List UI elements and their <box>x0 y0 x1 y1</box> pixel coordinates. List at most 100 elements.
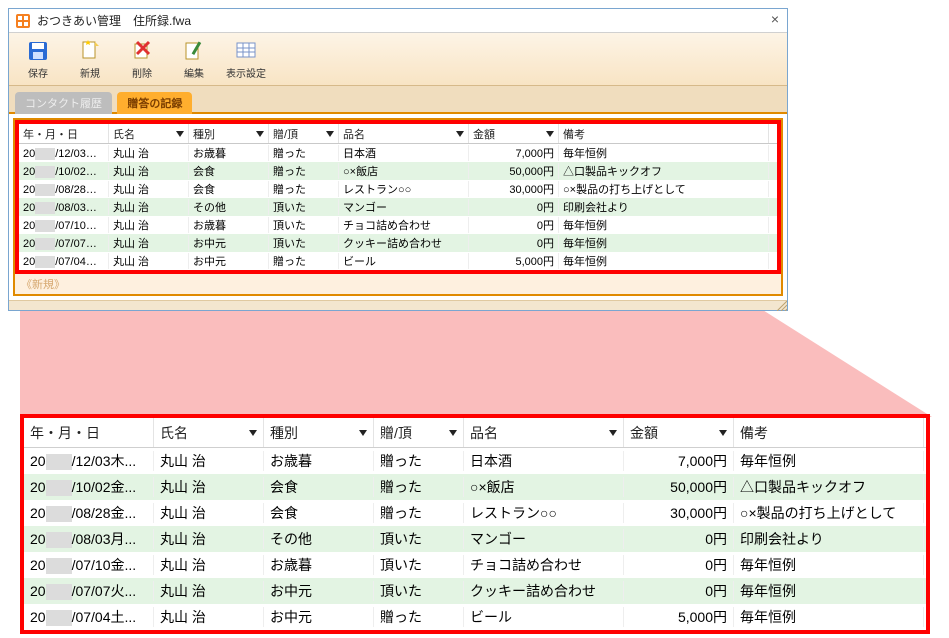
table-row[interactable]: 20/08/03月...丸山 治その他頂いたマンゴー0円印刷会社より <box>19 198 777 216</box>
filter-dropdown-icon[interactable] <box>456 131 464 137</box>
cell-direction: 頂いた <box>269 217 339 233</box>
cell-note: 毎年恒例 <box>734 607 924 627</box>
table-row[interactable]: 20/08/28金...丸山 治会食贈ったレストラン○○30,000円○×製品の… <box>19 180 777 198</box>
cell-type: 会食 <box>189 181 269 197</box>
col-header-direction[interactable]: 贈/頂 <box>374 418 464 447</box>
filter-dropdown-icon[interactable] <box>256 131 264 137</box>
cell-item: チョコ詰め合わせ <box>464 555 624 575</box>
table-row[interactable]: 20/07/10金...丸山 治お歳暮頂いたチョコ詰め合わせ0円毎年恒例 <box>19 216 777 234</box>
col-header-name[interactable]: 氏名 <box>154 418 264 447</box>
cell-type: お歳暮 <box>264 555 374 575</box>
close-button[interactable]: × <box>771 11 779 27</box>
cell-date: 20/08/03月... <box>24 529 154 549</box>
cell-type: お歳暮 <box>189 217 269 233</box>
col-header-direction[interactable]: 贈/頂 <box>269 124 339 143</box>
col-header-date[interactable]: 年・月・日 <box>19 124 109 143</box>
cell-date: 20/07/10金... <box>19 217 109 233</box>
display-settings-button[interactable]: 表示設定 <box>223 37 269 81</box>
col-header-type[interactable]: 種別 <box>189 124 269 143</box>
cell-name: 丸山 治 <box>154 607 264 627</box>
table-row[interactable]: 20/10/02金...丸山 治会食贈った○×飯店50,000円△口製品キックオ… <box>19 162 777 180</box>
delete-button[interactable]: 削除 <box>119 37 165 81</box>
cell-note: 毎年恒例 <box>734 555 924 575</box>
filter-dropdown-icon[interactable] <box>719 430 727 436</box>
cell-item: クッキー詰め合わせ <box>464 581 624 601</box>
cell-amount: 7,000円 <box>469 145 559 161</box>
col-header-item[interactable]: 品名 <box>339 124 469 143</box>
table-row[interactable]: 20/07/04土...丸山 治お中元贈ったビール5,000円毎年恒例 <box>24 604 926 630</box>
highlight-box: 年・月・日氏名種別贈/頂 品名金額 備考 20/12/03木...丸山 治お歳暮贈っ… <box>15 120 781 274</box>
cell-name: 丸山 治 <box>109 217 189 233</box>
save-button[interactable]: 保存 <box>15 37 61 81</box>
tab-contact-history[interactable]: コンタクト履歴 <box>15 92 112 114</box>
col-header-item[interactable]: 品名 <box>464 418 624 447</box>
tab-gift-records[interactable]: 贈答の記録 <box>117 92 192 114</box>
tabs-row: コンタクト履歴 贈答の記録 <box>9 86 787 114</box>
col-header-name[interactable]: 氏名 <box>109 124 189 143</box>
edit-button[interactable]: 編集 <box>171 37 217 81</box>
new-button[interactable]: 新規 <box>67 37 113 81</box>
cell-date: 20/10/02金... <box>19 163 109 179</box>
col-header-date[interactable]: 年・月・日 <box>24 418 154 447</box>
table-row[interactable]: 20/07/10金...丸山 治お歳暮頂いたチョコ詰め合わせ0円毎年恒例 <box>24 552 926 578</box>
col-header-label: 贈/頂 <box>273 126 298 142</box>
col-header-label: 金額 <box>473 126 495 142</box>
filter-dropdown-icon[interactable] <box>176 131 184 137</box>
cell-type: その他 <box>189 199 269 215</box>
table-row[interactable]: 20/12/03木...丸山 治お歳暮贈った日本酒7,000円毎年恒例 <box>19 144 777 162</box>
col-header-amount[interactable]: 金額 <box>624 418 734 447</box>
cell-name: 丸山 治 <box>154 581 264 601</box>
cell-name: 丸山 治 <box>154 529 264 549</box>
cell-direction: 贈った <box>374 503 464 523</box>
cell-amount: 0円 <box>469 217 559 233</box>
table-row[interactable]: 20/07/04土...丸山 治お中元贈ったビール5,000円毎年恒例 <box>19 252 777 270</box>
col-header-type[interactable]: 種別 <box>264 418 374 447</box>
table-row[interactable]: 20/07/07火...丸山 治お中元頂いたクッキー詰め合わせ0円毎年恒例 <box>19 234 777 252</box>
filter-dropdown-icon[interactable] <box>249 430 257 436</box>
cell-note: 毎年恒例 <box>559 235 769 251</box>
cell-direction: 頂いた <box>269 199 339 215</box>
table-row[interactable]: 20/10/02金...丸山 治会食贈った○×飯店50,000円△口製品キックオ… <box>24 474 926 500</box>
cell-name: 丸山 治 <box>109 235 189 251</box>
filter-dropdown-icon[interactable] <box>546 131 554 137</box>
cell-name: 丸山 治 <box>154 451 264 471</box>
filter-dropdown-icon[interactable] <box>326 131 334 137</box>
zoom-body[interactable]: 20/12/03木...丸山 治お歳暮贈った日本酒7,000円毎年恒例20/10… <box>24 448 926 630</box>
cell-date: 20/07/04土... <box>24 607 154 627</box>
toolbar: 保存 新規 削除 編集 表示設定 <box>9 33 787 86</box>
cell-date: 20/08/28金... <box>19 181 109 197</box>
table-row[interactable]: 20/08/03月...丸山 治その他頂いたマンゴー0円印刷会社より <box>24 526 926 552</box>
cell-item: レストラン○○ <box>339 181 469 197</box>
cell-direction: 贈った <box>269 163 339 179</box>
cell-type: 会食 <box>189 163 269 179</box>
filter-dropdown-icon[interactable] <box>609 430 617 436</box>
cell-note: 印刷会社より <box>734 529 924 549</box>
cell-amount: 0円 <box>469 235 559 251</box>
col-header-note[interactable]: 備考 <box>734 418 924 447</box>
col-header-amount[interactable]: 金額 <box>469 124 559 143</box>
cell-direction: 贈った <box>269 253 339 269</box>
cell-amount: 5,000円 <box>624 607 734 627</box>
col-header-note[interactable]: 備考 <box>559 124 769 143</box>
cell-note: ○×製品の打ち上げとして <box>559 181 769 197</box>
cell-amount: 0円 <box>469 199 559 215</box>
cell-note: 印刷会社より <box>559 199 769 215</box>
cell-date: 20/07/04土... <box>19 253 109 269</box>
filter-dropdown-icon[interactable] <box>359 430 367 436</box>
grid-header: 年・月・日氏名種別贈/頂 品名金額 備考 <box>19 124 777 144</box>
cell-item: マンゴー <box>464 529 624 549</box>
col-header-label: 種別 <box>270 423 298 443</box>
grid-body[interactable]: 20/12/03木...丸山 治お歳暮贈った日本酒7,000円毎年恒例20/10… <box>19 144 777 270</box>
resize-grip-icon[interactable] <box>777 300 787 310</box>
new-row-placeholder[interactable]: 《新規》 <box>15 274 781 294</box>
cell-item: 日本酒 <box>339 145 469 161</box>
table-row[interactable]: 20/07/07火...丸山 治お中元頂いたクッキー詰め合わせ0円毎年恒例 <box>24 578 926 604</box>
app-window: おつきあい管理 住所録.fwa × 保存 新規 削除 編集 <box>8 8 788 311</box>
table-row[interactable]: 20/08/28金...丸山 治会食贈ったレストラン○○30,000円○×製品の… <box>24 500 926 526</box>
cell-date: 20/08/03月... <box>19 199 109 215</box>
table-row[interactable]: 20/12/03木...丸山 治お歳暮贈った日本酒7,000円毎年恒例 <box>24 448 926 474</box>
cell-amount: 30,000円 <box>469 181 559 197</box>
cell-note: 毎年恒例 <box>559 217 769 233</box>
cell-type: お中元 <box>189 235 269 251</box>
filter-dropdown-icon[interactable] <box>449 430 457 436</box>
